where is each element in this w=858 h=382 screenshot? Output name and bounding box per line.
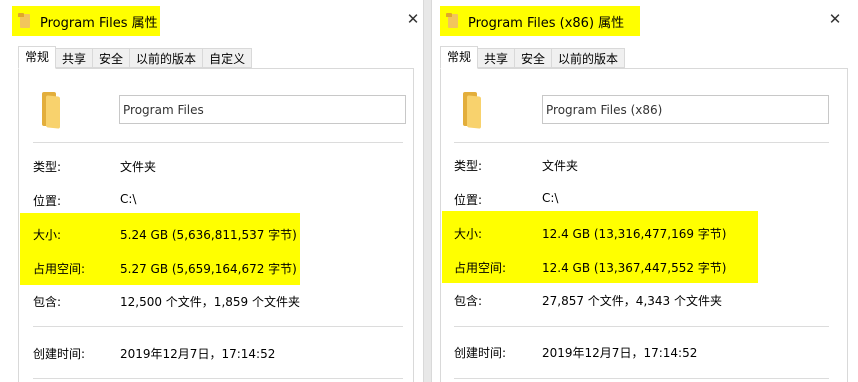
- type-value: 文件夹: [120, 160, 157, 174]
- divider: [33, 142, 403, 143]
- tab-security[interactable]: 安全: [93, 48, 131, 68]
- tab-sharing[interactable]: 共享: [56, 48, 94, 68]
- created-value: 2019年12月7日，17:14:52: [542, 346, 698, 360]
- location-value: C:\: [542, 191, 559, 205]
- tab-general[interactable]: 常规: [440, 46, 479, 69]
- location-value: C:\: [120, 192, 137, 206]
- divider: [454, 326, 829, 327]
- title-bar[interactable]: Program Files 属性 ✕: [0, 0, 423, 40]
- contains-label: 包含:: [454, 294, 483, 308]
- size-label: 大小:: [454, 227, 483, 241]
- created-value: 2019年12月7日，17:14:52: [120, 347, 276, 361]
- folder-icon: [18, 13, 32, 29]
- properties-window-program-files-x86: Program Files (x86) 属性 ✕ 常规 共享 安全 以前的版本 …: [431, 0, 858, 382]
- size-label: 大小:: [33, 228, 62, 242]
- created-label: 创建时间:: [33, 347, 86, 361]
- tab-security[interactable]: 安全: [515, 48, 553, 68]
- divider: [454, 378, 829, 379]
- type-label: 类型:: [33, 160, 62, 174]
- tab-strip: 常规 共享 安全 以前的版本: [440, 46, 626, 69]
- close-icon[interactable]: ✕: [827, 11, 843, 27]
- folder-icon: [38, 92, 64, 129]
- contains-value: 27,857 个文件，4,343 个文件夹: [542, 294, 722, 308]
- window-gap: [424, 0, 431, 382]
- size-value: 12.4 GB (13,316,477,169 字节): [542, 227, 727, 241]
- size-on-disk-label: 占用空间:: [454, 261, 507, 275]
- location-label: 位置:: [33, 194, 62, 208]
- size-on-disk-value: 12.4 GB (13,367,447,552 字节): [542, 261, 727, 275]
- tab-previous-versions[interactable]: 以前的版本: [552, 48, 626, 68]
- title-highlight: Program Files 属性: [12, 6, 160, 36]
- tab-customize[interactable]: 自定义: [203, 48, 253, 68]
- title-highlight: Program Files (x86) 属性: [440, 6, 640, 36]
- tab-previous-versions[interactable]: 以前的版本: [130, 48, 204, 68]
- size-on-disk-value: 5.27 GB (5,659,164,672 字节): [120, 262, 297, 276]
- contains-label: 包含:: [33, 295, 62, 309]
- divider: [454, 142, 829, 143]
- divider: [33, 378, 403, 379]
- created-label: 创建时间:: [454, 346, 507, 360]
- folder-icon: [446, 13, 460, 29]
- size-on-disk-label: 占用空间:: [33, 262, 86, 276]
- tab-strip: 常规 共享 安全 以前的版本 自定义: [18, 46, 253, 69]
- type-label: 类型:: [454, 159, 483, 173]
- folder-icon: [459, 92, 485, 129]
- window-title: Program Files 属性: [40, 15, 158, 31]
- properties-window-program-files: Program Files 属性 ✕ 常规 共享 安全 以前的版本 自定义 类型…: [0, 0, 424, 382]
- tab-sharing[interactable]: 共享: [478, 48, 516, 68]
- type-value: 文件夹: [542, 159, 579, 173]
- folder-name-field[interactable]: [119, 95, 406, 124]
- size-value: 5.24 GB (5,636,811,537 字节): [120, 228, 297, 242]
- window-title: Program Files (x86) 属性: [468, 15, 625, 31]
- close-icon[interactable]: ✕: [405, 11, 421, 27]
- tab-general[interactable]: 常规: [18, 46, 57, 69]
- divider: [33, 326, 403, 327]
- folder-name-field[interactable]: [542, 95, 829, 124]
- contains-value: 12,500 个文件，1,859 个文件夹: [120, 295, 300, 309]
- title-bar[interactable]: Program Files (x86) 属性 ✕: [432, 0, 858, 40]
- location-label: 位置:: [454, 193, 483, 207]
